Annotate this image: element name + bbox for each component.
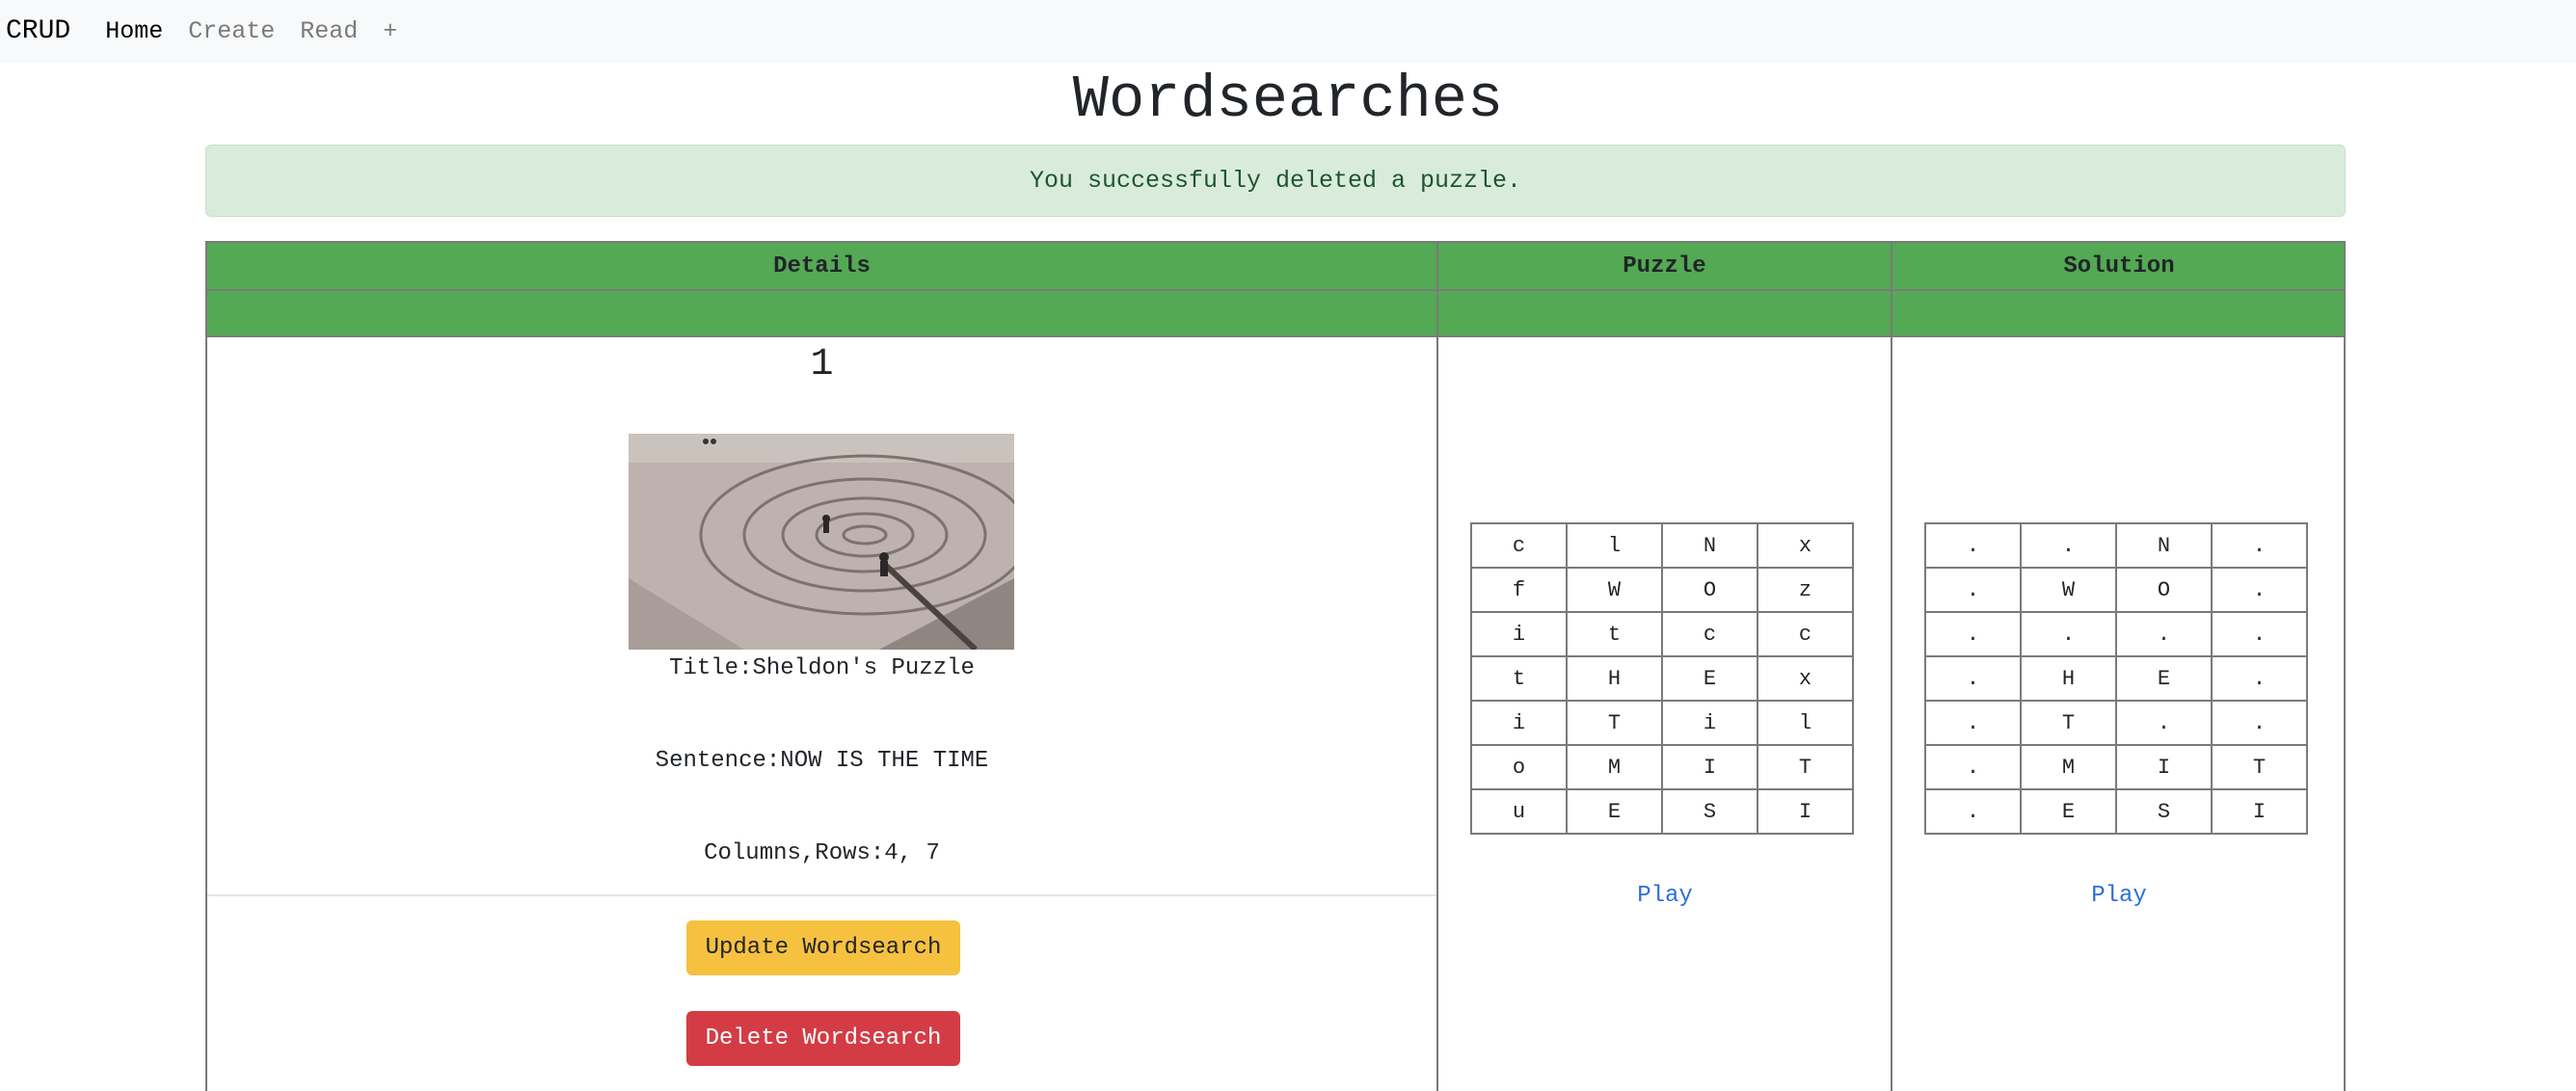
grid-cell: x	[1757, 522, 1854, 569]
grid-cell: I	[2211, 788, 2308, 835]
grid-cell: S	[1661, 788, 1758, 835]
nav-create[interactable]: Create	[188, 17, 275, 45]
grid-cell: M	[2020, 744, 2117, 790]
header-details: Details	[773, 253, 871, 279]
grid-row: fWOz	[1470, 567, 1854, 613]
grid-cell: E	[2020, 788, 2117, 835]
table-row: 1 Title:Sheldon's Puzzle Sentence:NOW IS…	[207, 335, 2344, 1091]
item-number: 1	[810, 343, 834, 386]
grid-cell: H	[2020, 655, 2117, 702]
grid-row: .ESI	[1924, 788, 2308, 835]
grid-cell: x	[1757, 655, 1854, 702]
grid-cell: .	[1924, 655, 2022, 702]
nav-read[interactable]: Read	[300, 17, 358, 45]
solution-play-link[interactable]: Play	[2023, 883, 2215, 909]
grid-cell: T	[1566, 700, 1663, 746]
grid-cell: M	[1566, 744, 1663, 790]
sand-spiral-image	[629, 434, 1014, 650]
grid-cell: z	[1757, 567, 1854, 613]
grid-cell: .	[1924, 788, 2022, 835]
navbar-brand[interactable]: CRUD	[6, 16, 70, 46]
nav-add[interactable]: +	[383, 17, 397, 45]
grid-cell: S	[2115, 788, 2213, 835]
grid-cell: T	[2211, 744, 2308, 790]
grid-cell: c	[1661, 611, 1758, 657]
grid-cell: O	[1661, 567, 1758, 613]
grid-row: .WO.	[1924, 567, 2308, 613]
grid-cell: l	[1757, 700, 1854, 746]
delete-wordsearch-button[interactable]: Delete Wordsearch	[686, 1011, 960, 1066]
grid-cell: N	[1661, 522, 1758, 569]
grid-cell: N	[2115, 522, 2213, 569]
grid-cell: u	[1470, 788, 1568, 835]
grid-row: uESI	[1470, 788, 1854, 835]
update-wordsearch-button[interactable]: Update Wordsearch	[686, 920, 960, 975]
dimensions-text: Columns,Rows:4, 7	[704, 840, 940, 866]
grid-cell: W	[1566, 567, 1663, 613]
grid-cell: .	[2020, 611, 2117, 657]
grid-cell: i	[1661, 700, 1758, 746]
grid-row: oMIT	[1470, 744, 1854, 790]
grid-cell: T	[2020, 700, 2117, 746]
grid-cell: O	[2115, 567, 2213, 613]
grid-cell: I	[1661, 744, 1758, 790]
page-title: Wordsearches	[1072, 66, 1504, 134]
nav-home[interactable]: Home	[105, 17, 163, 45]
header-solution: Solution	[2063, 253, 2175, 279]
grid-row: .HE.	[1924, 655, 2308, 702]
grid-cell: .	[2020, 522, 2117, 569]
grid-row: ..N.	[1924, 522, 2308, 569]
grid-cell: .	[2211, 655, 2308, 702]
grid-cell: E	[1661, 655, 1758, 702]
grid-cell: o	[1470, 744, 1568, 790]
grid-row: .MIT	[1924, 744, 2308, 790]
puzzle-image	[629, 434, 1014, 650]
grid-row: .T..	[1924, 700, 2308, 746]
grid-cell: .	[1924, 700, 2022, 746]
grid-cell: f	[1470, 567, 1568, 613]
grid-cell: t	[1470, 655, 1568, 702]
grid-cell: .	[2211, 522, 2308, 569]
grid-cell: H	[1566, 655, 1663, 702]
grid-cell: .	[1924, 744, 2022, 790]
grid-cell: I	[1757, 788, 1854, 835]
grid-cell: .	[2211, 700, 2308, 746]
grid-row: clNx	[1470, 522, 1854, 569]
grid-cell: E	[1566, 788, 1663, 835]
navbar: CRUD Home Create Read +	[0, 0, 2576, 63]
grid-cell: c	[1757, 611, 1854, 657]
grid-cell: t	[1566, 611, 1663, 657]
grid-row: tHEx	[1470, 655, 1854, 702]
sentence-text: Sentence:NOW IS THE TIME	[655, 748, 989, 774]
wordsearch-table: Details Puzzle Solution 1 Title:Sheldon'…	[205, 241, 2346, 1091]
grid-cell: .	[2211, 567, 2308, 613]
success-alert: You successfully deleted a puzzle.	[205, 145, 2346, 217]
grid-cell: .	[1924, 567, 2022, 613]
grid-cell: .	[2211, 611, 2308, 657]
grid-cell: i	[1470, 700, 1568, 746]
header-puzzle: Puzzle	[1623, 253, 1706, 279]
grid-cell: l	[1566, 522, 1663, 569]
grid-cell: W	[2020, 567, 2117, 613]
grid-cell: i	[1470, 611, 1568, 657]
puzzle-grid: clNxfWOzitcctHExiTiloMITuESI	[1470, 522, 1854, 835]
title-text: Title:Sheldon's Puzzle	[669, 655, 975, 681]
grid-cell: .	[2115, 611, 2213, 657]
grid-cell: I	[2115, 744, 2213, 790]
details-cell: 1 Title:Sheldon's Puzzle Sentence:NOW IS…	[207, 337, 1436, 1091]
grid-cell: E	[2115, 655, 2213, 702]
table-subheader-row	[207, 289, 2344, 335]
puzzle-play-link[interactable]: Play	[1569, 883, 1761, 909]
table-header-row: Details Puzzle Solution	[207, 243, 2344, 289]
grid-cell: c	[1470, 522, 1568, 569]
grid-cell: .	[2115, 700, 2213, 746]
grid-cell: T	[1757, 744, 1854, 790]
solution-grid: ..N..WO......HE..T...MIT.ESI	[1924, 522, 2308, 835]
grid-cell: .	[1924, 611, 2022, 657]
divider	[207, 894, 1436, 896]
grid-row: itcc	[1470, 611, 1854, 657]
grid-cell: .	[1924, 522, 2022, 569]
grid-row: iTil	[1470, 700, 1854, 746]
grid-row: ....	[1924, 611, 2308, 657]
